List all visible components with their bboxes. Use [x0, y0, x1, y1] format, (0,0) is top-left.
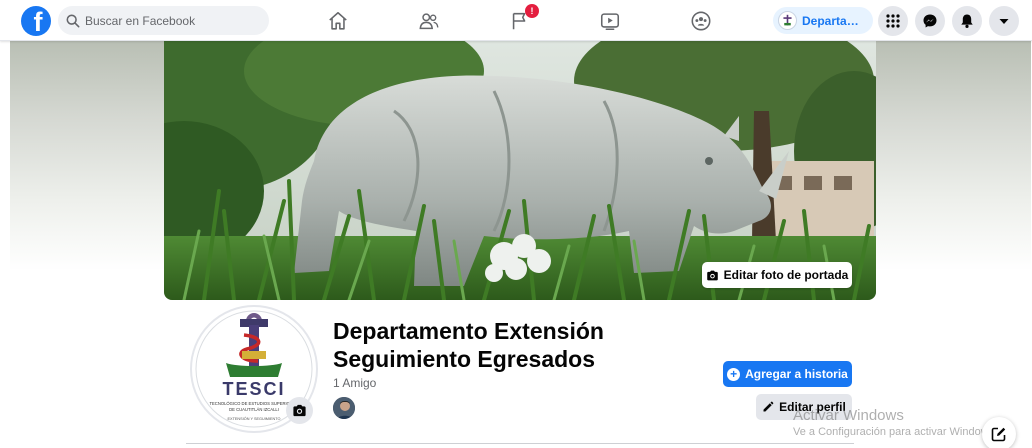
logo-text: TESCI	[222, 379, 285, 399]
svg-text:DE CUAUTITLÁN IZCALLI: DE CUAUTITLÁN IZCALLI	[229, 407, 279, 412]
divider	[186, 443, 854, 444]
edit-cover-photo-label: Editar foto de portada	[723, 268, 849, 282]
svg-text:TECNOLÓGICO DE ESTUDIOS SUPERI: TECNOLÓGICO DE ESTUDIOS SUPERIORES	[209, 401, 298, 406]
profile-shortcut-button[interactable]: Departam...	[773, 7, 873, 34]
friends-icon	[419, 12, 439, 29]
account-menu-button[interactable]	[989, 6, 1019, 36]
grid-menu-icon	[886, 14, 900, 28]
notification-badge: !	[525, 4, 539, 18]
messenger-icon	[923, 14, 937, 28]
pencil-icon	[763, 401, 774, 412]
update-profile-picture-button[interactable]	[286, 397, 313, 424]
new-message-button[interactable]	[982, 417, 1016, 448]
bell-icon	[961, 14, 973, 28]
page-title-line2: Seguimiento Egresados	[333, 346, 596, 372]
compose-icon	[991, 427, 1006, 442]
tab-friends[interactable]	[389, 0, 469, 41]
caret-down-icon	[999, 19, 1009, 24]
notifications-button[interactable]	[952, 6, 982, 36]
edit-cover-photo-button[interactable]: Editar foto de portada	[702, 262, 852, 288]
tab-watch[interactable]	[570, 0, 650, 41]
facebook-logo-icon[interactable]: f	[21, 6, 51, 36]
add-to-story-button[interactable]: + Agregar a historia	[723, 361, 852, 387]
groups-icon	[691, 11, 711, 30]
plus-circle-icon: +	[727, 367, 741, 381]
menu-button[interactable]	[878, 6, 908, 36]
tab-home[interactable]	[298, 0, 378, 41]
camera-icon	[706, 270, 718, 280]
home-icon	[329, 11, 347, 30]
friends-count-link[interactable]: 1 Amigo	[333, 376, 376, 390]
tab-groups[interactable]	[661, 0, 741, 41]
svg-text:EXTENSIÓN Y SEGUIMIENTO: EXTENSIÓN Y SEGUIMIENTO	[228, 416, 281, 421]
page-left-edge	[0, 41, 10, 448]
top-navigation-bar: f !	[0, 0, 1032, 41]
windows-activation-subtitle: Ve a Configuración para activar Windows.	[793, 426, 998, 438]
add-to-story-label: Agregar a historia	[745, 367, 848, 381]
search-input[interactable]	[85, 13, 265, 28]
video-icon	[600, 12, 620, 30]
windows-activation-title: Activar Windows	[793, 407, 904, 424]
camera-icon	[293, 404, 306, 417]
search-box[interactable]	[58, 6, 269, 35]
page-title-line1: Departamento Extensión	[333, 318, 604, 344]
tab-pages[interactable]: !	[480, 0, 560, 41]
page-title: Departamento Extensión Seguimiento Egres…	[333, 317, 663, 373]
profile-shortcut-label: Departam...	[802, 13, 867, 28]
friend-avatar[interactable]	[332, 396, 356, 420]
messenger-button[interactable]	[915, 6, 945, 36]
search-icon	[66, 14, 80, 27]
avatar	[778, 11, 797, 30]
tesci-logo-icon	[783, 14, 792, 26]
